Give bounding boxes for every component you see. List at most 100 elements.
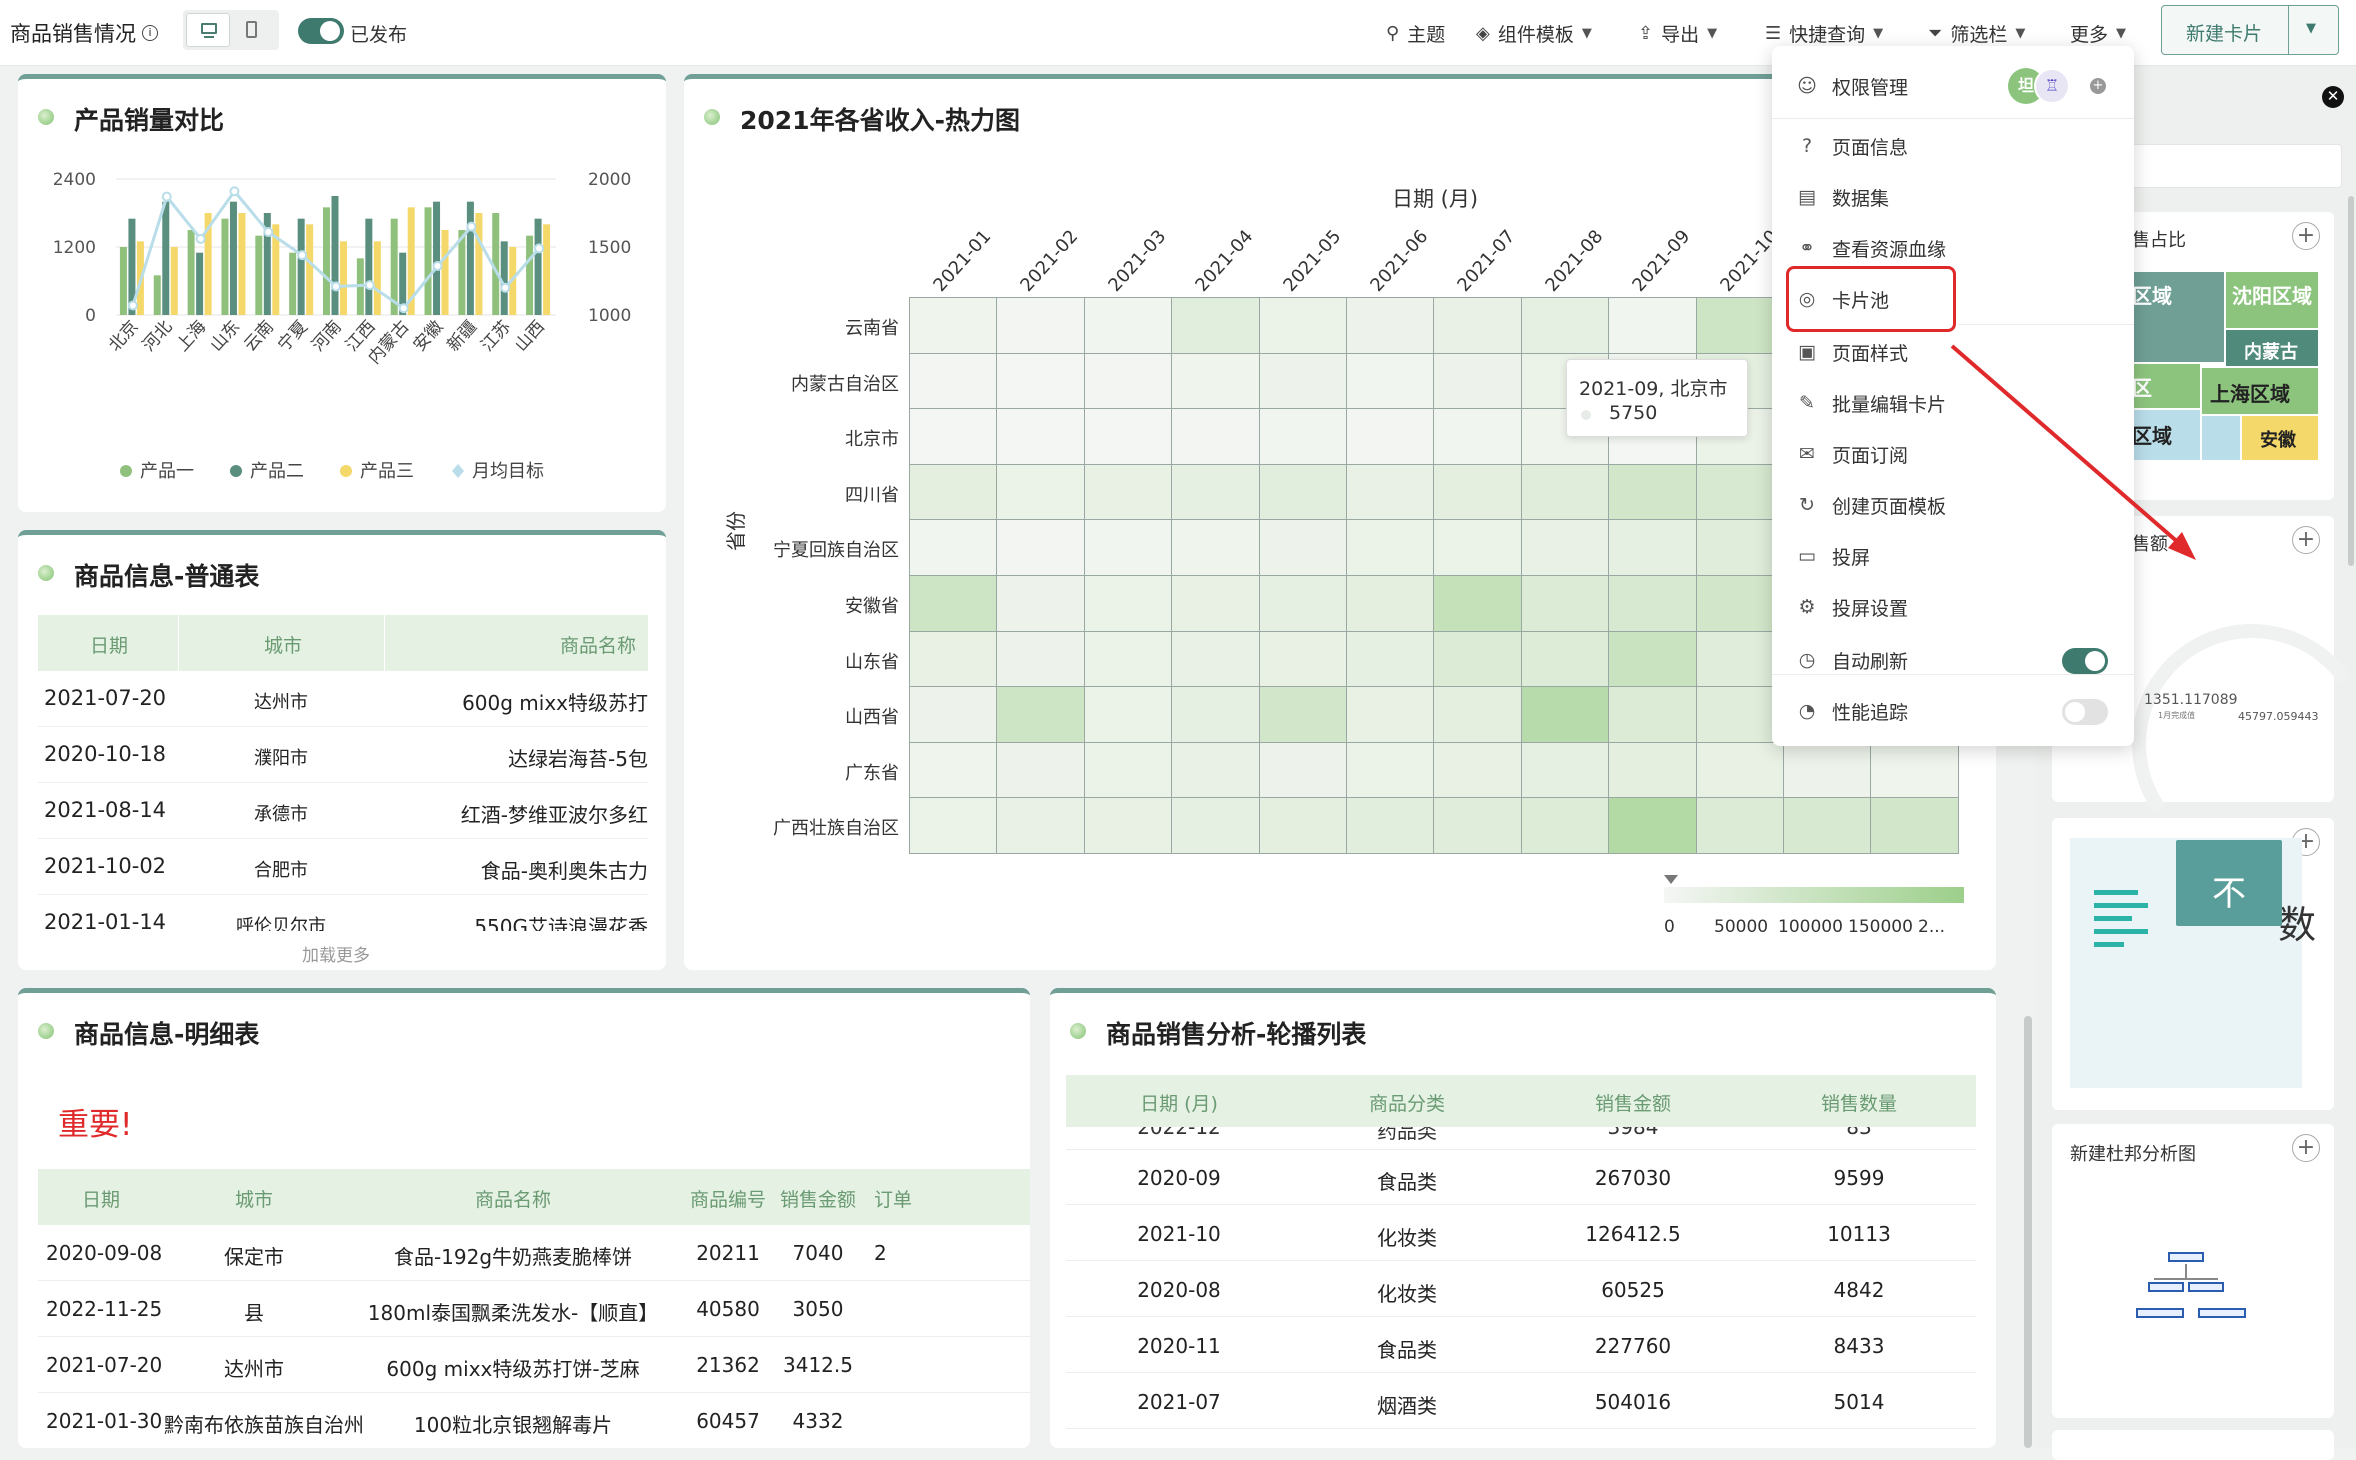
heatmap-cell[interactable] [1520, 575, 1610, 632]
heatmap-cell[interactable] [1346, 408, 1435, 465]
heatmap-cell[interactable] [1083, 797, 1173, 854]
heatmap-cell[interactable] [996, 575, 1085, 632]
heatmap-cell[interactable] [996, 630, 1085, 688]
heatmap-cell[interactable] [1258, 741, 1347, 799]
heatmap-cell[interactable] [1171, 519, 1260, 576]
heatmap-cell[interactable] [1171, 352, 1260, 410]
heatmap-cell[interactable] [909, 297, 998, 354]
heatmap-cell[interactable] [1258, 352, 1347, 410]
publish-toggle[interactable] [298, 18, 344, 44]
heatmap-cell[interactable] [1695, 686, 1784, 743]
info-icon[interactable]: i [142, 25, 158, 41]
menu-item-page-info[interactable]: ? 页面信息 [1796, 126, 1908, 166]
heatmap-cell[interactable] [1258, 519, 1347, 576]
heatmap-cell[interactable] [1608, 297, 1697, 354]
heatmap-cell[interactable] [1433, 686, 1522, 743]
export-menu[interactable]: ⇪ 导出 ▼ [1638, 16, 1717, 50]
heatmap-cell[interactable] [1083, 352, 1173, 410]
heatmap-cell[interactable] [1695, 575, 1784, 632]
heatmap-cell[interactable] [1695, 297, 1784, 354]
heatmap-cell[interactable] [1870, 797, 1959, 854]
heatmap-cell[interactable] [1520, 630, 1610, 688]
heatmap-cell[interactable] [1346, 686, 1435, 743]
heatmap-cell[interactable] [1083, 741, 1173, 799]
component-template-menu[interactable]: ◈ 组件模板 ▼ [1476, 16, 1592, 50]
heatmap-cell[interactable] [1346, 297, 1435, 354]
heatmap-cell[interactable] [1608, 686, 1697, 743]
heatmap-cell[interactable] [1783, 741, 1872, 799]
heatmap-cell[interactable] [1608, 797, 1697, 854]
more-menu[interactable]: 更多 ▼ [2070, 16, 2126, 50]
heatmap-cell[interactable] [1608, 630, 1697, 688]
heatmap-cell[interactable] [1608, 463, 1697, 521]
heatmap-cell[interactable] [1433, 408, 1522, 465]
heatmap-cell[interactable] [1083, 630, 1173, 688]
heatmap-cell[interactable] [1083, 575, 1173, 632]
col-header[interactable]: 城市 [164, 1185, 344, 1212]
heatmap-cell[interactable] [1171, 575, 1260, 632]
col-header[interactable]: 销售金额 [1520, 1089, 1746, 1116]
heatmap-cell[interactable] [909, 408, 998, 465]
mobile-view-icon[interactable] [246, 21, 257, 38]
menu-item-subscribe[interactable]: ✉ 页面订阅 [1796, 434, 1908, 474]
heatmap-scale-bar[interactable] [1664, 887, 1964, 903]
heatmap-cell[interactable] [996, 741, 1085, 799]
add-card-icon[interactable]: + [2292, 526, 2320, 554]
heatmap-cell[interactable] [1171, 297, 1260, 354]
col-header[interactable]: 商品分类 [1294, 1089, 1520, 1116]
heatmap-cell[interactable] [1083, 408, 1173, 465]
heatmap-cell[interactable] [1083, 519, 1173, 576]
heatmap-cell[interactable] [1433, 352, 1522, 410]
heatmap-cell[interactable] [1520, 297, 1610, 354]
load-more-link[interactable]: 加载更多 [302, 941, 370, 966]
heatmap-cell[interactable] [1433, 797, 1522, 854]
page-scrollbar[interactable] [2024, 1016, 2032, 1448]
heatmap-cell[interactable] [1171, 408, 1260, 465]
heatmap-cell[interactable] [1433, 297, 1522, 354]
normal-table-card[interactable]: 商品信息-普通表 日期 城市 商品名称 2021-07-20 达州市 600g mi… [18, 530, 666, 970]
heatmap-cell[interactable] [996, 463, 1085, 521]
heatmap-cell[interactable] [996, 352, 1085, 410]
heatmap-cell[interactable] [1433, 463, 1522, 521]
heatmap-cell[interactable] [1346, 463, 1435, 521]
menu-item-cast[interactable]: ▭ 投屏 [1796, 536, 1870, 576]
col-header-date[interactable]: 日期 [90, 631, 128, 658]
heatmap-cell[interactable] [1520, 463, 1610, 521]
heatmap-cell[interactable] [996, 797, 1085, 854]
detail-table-card[interactable]: 商品信息-明细表 重要! 日期 城市 商品名称 商品编号 销售金额 订单 2020-09-0… [18, 988, 1030, 1448]
heatmap-cell[interactable] [1346, 352, 1435, 410]
col-header-city[interactable]: 城市 [264, 631, 302, 658]
panel-scrollbar[interactable] [2348, 196, 2354, 566]
heatmap-cell[interactable] [1083, 297, 1173, 354]
heatmap-cell[interactable] [1783, 797, 1872, 854]
heatmap-cell[interactable] [1695, 463, 1784, 521]
quick-query-menu[interactable]: ☰ 快捷查询 ▼ [1765, 16, 1883, 50]
heatmap-cell[interactable] [1346, 575, 1435, 632]
menu-item-create-template[interactable]: ↻ 创建页面模板 [1796, 485, 1946, 525]
heatmap-scale-handle-icon[interactable] [1664, 875, 1678, 884]
avatar[interactable]: ♖ [2034, 68, 2070, 104]
carousel-table-card[interactable]: 商品销售分析-轮播列表 2022-12 药品类 3984 83 2020-09 食品类 26… [1050, 988, 1996, 1448]
close-icon[interactable]: ✕ [2322, 86, 2344, 108]
pool-card-dupont[interactable]: 新建杜邦分析图 + [2052, 1124, 2334, 1418]
menu-item-cast-settings[interactable]: ⚙ 投屏设置 [1796, 587, 1908, 627]
heatmap-cell[interactable] [1171, 463, 1260, 521]
col-header[interactable]: 商品编号 [682, 1185, 774, 1212]
heatmap-cell[interactable] [1258, 297, 1347, 354]
col-header[interactable]: 日期 (月) [1066, 1089, 1292, 1116]
heatmap-cell[interactable] [1695, 630, 1784, 688]
col-header[interactable]: 日期 [38, 1185, 164, 1212]
heatmap-cell[interactable] [1608, 519, 1697, 576]
heatmap-cell[interactable] [996, 686, 1085, 743]
add-user-icon[interactable]: + [2090, 78, 2106, 94]
heatmap-cell[interactable] [1608, 741, 1697, 799]
heatmap-cell[interactable] [1520, 519, 1610, 576]
heatmap-cell[interactable] [1433, 519, 1522, 576]
heatmap-cell[interactable] [1608, 575, 1697, 632]
heatmap-cell[interactable] [1258, 575, 1347, 632]
menu-item-lineage[interactable]: ⚭ 查看资源血缘 [1796, 228, 1946, 268]
heatmap-cell[interactable] [1433, 630, 1522, 688]
heatmap-cell[interactable] [1258, 797, 1347, 854]
menu-item-page-style[interactable]: ▣ 页面样式 [1796, 332, 1908, 372]
heatmap-cell[interactable] [909, 575, 998, 632]
